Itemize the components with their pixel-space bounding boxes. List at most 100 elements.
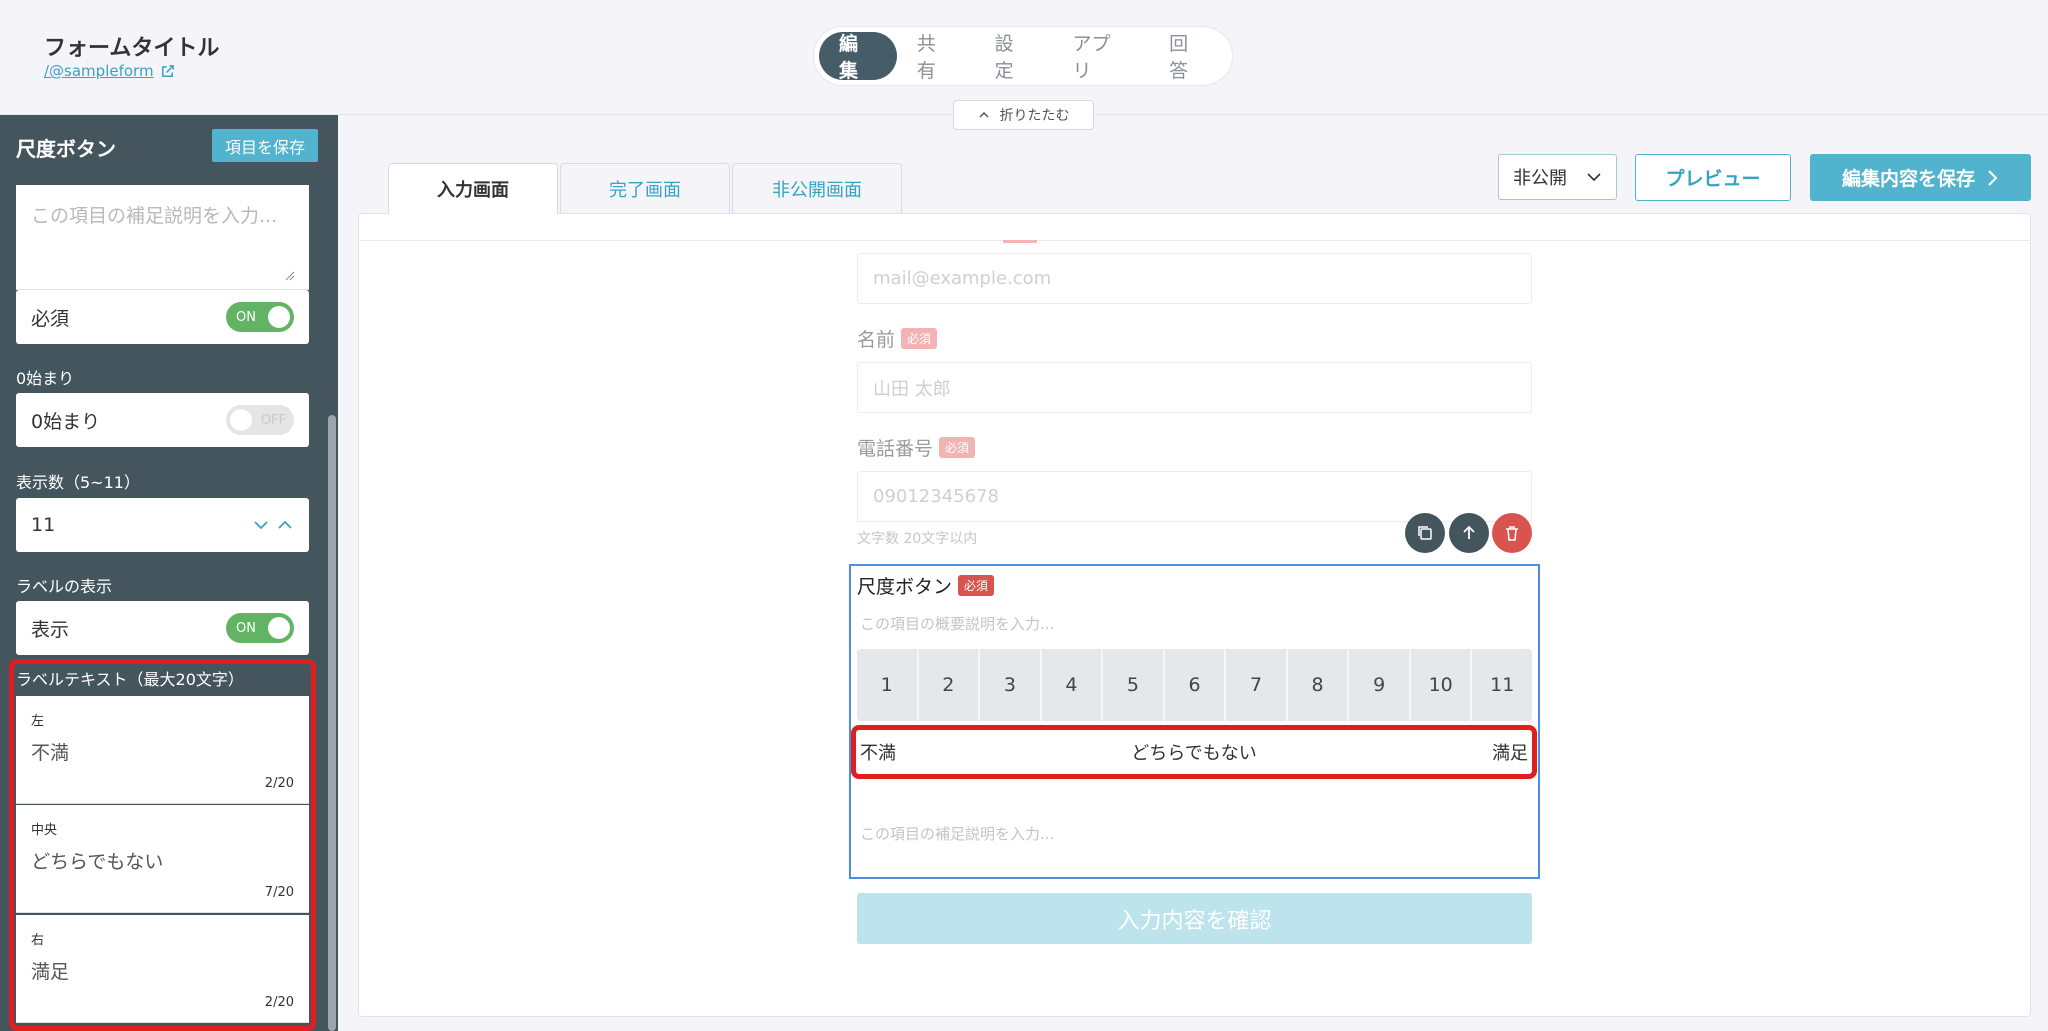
scale-button[interactable]: 6 <box>1165 649 1227 721</box>
scale-button[interactable]: 4 <box>1042 649 1104 721</box>
arrow-up-icon <box>1463 525 1475 539</box>
show-label-toggle[interactable]: ON <box>226 613 294 643</box>
required-badge: 必須 <box>958 575 995 596</box>
form-url-link[interactable]: /@sampleform <box>44 62 175 80</box>
sidebar-title: 尺度ボタン <box>16 137 116 161</box>
label-left-count: 2/20 <box>264 776 294 791</box>
copy-icon <box>1418 526 1432 540</box>
label-center-position: 中央 <box>31 823 58 838</box>
confirm-input-button[interactable]: 入力内容を確認 <box>857 893 1532 944</box>
supplement-textarea[interactable]: この項目の補足説明を入力... <box>16 185 309 290</box>
phone-hint: 文字数 20文字以内 <box>857 531 978 547</box>
tab-private-screen[interactable]: 非公開画面 <box>732 163 902 213</box>
scale-labels-row: 不満 どちらでもない 満足 <box>851 725 1537 779</box>
label-center-field[interactable]: 中央 どちらでもない 7/20 <box>16 805 309 913</box>
phone-field-label: 電話番号 必須 <box>857 434 976 461</box>
name-label: 名前 <box>857 329 896 351</box>
zero-start-toggle[interactable]: OFF <box>226 405 294 435</box>
required-toggle-text: ON <box>236 309 256 325</box>
form-title: フォームタイトル <box>44 36 220 61</box>
scale-button[interactable]: 10 <box>1411 649 1473 721</box>
count-section-label: 表示数（5~11） <box>16 473 140 492</box>
required-toggle[interactable]: ON <box>226 302 294 332</box>
supplement-placeholder: この項目の補足説明を入力... <box>31 205 278 227</box>
scale-label-right: 満足 <box>1492 743 1528 764</box>
external-link-icon <box>161 64 174 77</box>
chevron-down-icon <box>1587 173 1601 182</box>
visibility-select[interactable]: 非公開 <box>1498 154 1617 200</box>
tab-apps[interactable]: アプリ <box>1052 32 1149 82</box>
count-value: 11 <box>31 514 56 536</box>
phone-label: 電話番号 <box>857 438 934 460</box>
screen-tabs: 入力画面 完了画面 非公開画面 <box>388 163 902 214</box>
chevron-up-icon[interactable] <box>276 516 294 534</box>
collapse-label: 折りたたむ <box>999 108 1070 124</box>
chevron-right-icon <box>1988 169 1998 186</box>
phone-placeholder: 09012345678 <box>873 486 999 507</box>
scale-title: 尺度ボタン <box>857 576 953 598</box>
label-right-value: 満足 <box>31 961 70 983</box>
collapse-button[interactable]: 折りたたむ <box>953 100 1094 130</box>
count-stepper[interactable]: 11 <box>16 498 309 552</box>
required-row: 必須 ON <box>16 290 309 344</box>
scale-label-left: 不満 <box>860 743 896 764</box>
preview-button[interactable]: プレビュー <box>1635 154 1791 201</box>
label-text-section-label: ラベルテキスト（最大20文字） <box>16 670 244 689</box>
mode-tabs: 編集 共有 設定 アプリ 回答 <box>813 26 1233 86</box>
tab-settings[interactable]: 設定 <box>975 32 1053 82</box>
tab-responses[interactable]: 回答 <box>1149 32 1227 82</box>
show-label-section-label: ラベルの表示 <box>16 577 113 596</box>
show-label-label: 表示 <box>31 618 70 641</box>
name-field[interactable]: 山田 太郎 <box>857 362 1532 413</box>
scale-description-placeholder[interactable]: この項目の概要説明を入力... <box>860 613 1054 634</box>
move-up-button[interactable] <box>1449 513 1489 553</box>
email-placeholder: mail@example.com <box>873 268 1052 289</box>
form-url-text: /@sampleform <box>44 62 154 80</box>
scale-button[interactable]: 7 <box>1226 649 1288 721</box>
scale-button[interactable]: 9 <box>1349 649 1411 721</box>
required-marker <box>1003 240 1037 243</box>
duplicate-button[interactable] <box>1405 513 1445 553</box>
scale-button[interactable]: 3 <box>980 649 1042 721</box>
label-center-count: 7/20 <box>264 885 294 900</box>
resize-handle-icon[interactable] <box>283 269 295 281</box>
delete-button[interactable] <box>1492 513 1532 553</box>
chevron-down-icon[interactable] <box>252 516 270 534</box>
sidebar-scrollbar[interactable] <box>328 415 336 1031</box>
tab-edit[interactable]: 編集 <box>819 32 897 82</box>
label-left-value: 不満 <box>31 742 70 764</box>
label-left-position: 左 <box>31 714 45 729</box>
scale-button[interactable]: 8 <box>1288 649 1350 721</box>
zero-start-toggle-text: OFF <box>260 412 286 428</box>
required-badge: 必須 <box>901 328 938 349</box>
scale-button[interactable]: 5 <box>1103 649 1165 721</box>
label-left-field[interactable]: 左 不満 2/20 <box>16 696 309 804</box>
save-edits-button[interactable]: 編集内容を保存 <box>1810 154 2031 201</box>
save-item-button[interactable]: 項目を保存 <box>212 129 318 162</box>
show-label-toggle-text: ON <box>236 620 256 636</box>
scale-button-group: 1 2 3 4 5 6 7 8 9 10 11 <box>857 649 1532 721</box>
tab-input-screen[interactable]: 入力画面 <box>388 163 558 214</box>
visibility-value: 非公開 <box>1513 168 1567 189</box>
show-label-row: 表示 ON <box>16 601 309 655</box>
scale-title-row: 尺度ボタン 必須 <box>857 572 995 599</box>
name-placeholder: 山田 太郎 <box>873 378 951 400</box>
required-label: 必須 <box>31 307 70 330</box>
label-right-field[interactable]: 右 満足 2/20 <box>16 915 309 1023</box>
trash-icon <box>1506 526 1518 541</box>
scale-supplement-placeholder[interactable]: この項目の補足説明を入力... <box>860 823 1054 844</box>
scale-button[interactable]: 2 <box>919 649 981 721</box>
canvas-divider <box>358 240 2031 241</box>
zero-start-section-label: 0始まり <box>16 369 75 388</box>
label-center-value: どちらでもない <box>31 851 164 873</box>
scale-button[interactable]: 11 <box>1472 649 1532 721</box>
scale-button[interactable]: 1 <box>857 649 919 721</box>
app-header: フォームタイトル /@sampleform 編集 共有 設定 アプリ 回答 <box>0 0 2048 115</box>
email-field[interactable]: mail@example.com <box>857 253 1532 304</box>
required-badge: 必須 <box>939 437 976 458</box>
scale-label-center: どちらでもない <box>1131 743 1257 764</box>
tab-share[interactable]: 共有 <box>897 32 975 82</box>
item-settings-sidebar: 尺度ボタン 項目を保存 この項目の補足説明を入力... 必須 ON 0始まり 0… <box>0 115 338 1031</box>
save-edits-label: 編集内容を保存 <box>1841 168 1975 190</box>
tab-complete-screen[interactable]: 完了画面 <box>560 163 730 213</box>
